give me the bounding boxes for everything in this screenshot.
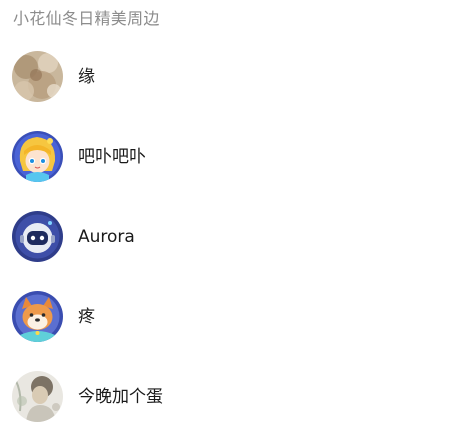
list-item[interactable]: 缘	[0, 37, 456, 117]
anime-girl-avatar-icon	[12, 131, 63, 182]
user-name[interactable]: 疼	[78, 307, 95, 327]
user-name[interactable]: 吧卟吧卟	[78, 147, 146, 167]
avatar[interactable]	[12, 131, 63, 182]
user-name[interactable]: Aurora	[78, 227, 135, 247]
user-list: 缘 吧卟吧卟 Aurora 疼 今晚加个蛋	[0, 37, 456, 437]
page-title: 小花仙冬日精美周边	[13, 9, 160, 28]
list-item[interactable]: Aurora	[0, 197, 456, 277]
photo-avatar-beige-icon	[12, 51, 63, 102]
avatar[interactable]	[12, 51, 63, 102]
avatar[interactable]	[12, 211, 63, 262]
list-item[interactable]: 今晚加个蛋	[0, 357, 456, 437]
list-item[interactable]: 吧卟吧卟	[0, 117, 456, 197]
user-name[interactable]: 缘	[78, 67, 95, 87]
list-item[interactable]: 疼	[0, 277, 456, 357]
avatar[interactable]	[12, 371, 63, 422]
avatar[interactable]	[12, 291, 63, 342]
robot-avatar-icon	[12, 211, 63, 262]
shiba-dog-avatar-icon	[12, 291, 63, 342]
user-name[interactable]: 今晚加个蛋	[78, 387, 163, 407]
photo-avatar-sketch-icon	[12, 371, 63, 422]
